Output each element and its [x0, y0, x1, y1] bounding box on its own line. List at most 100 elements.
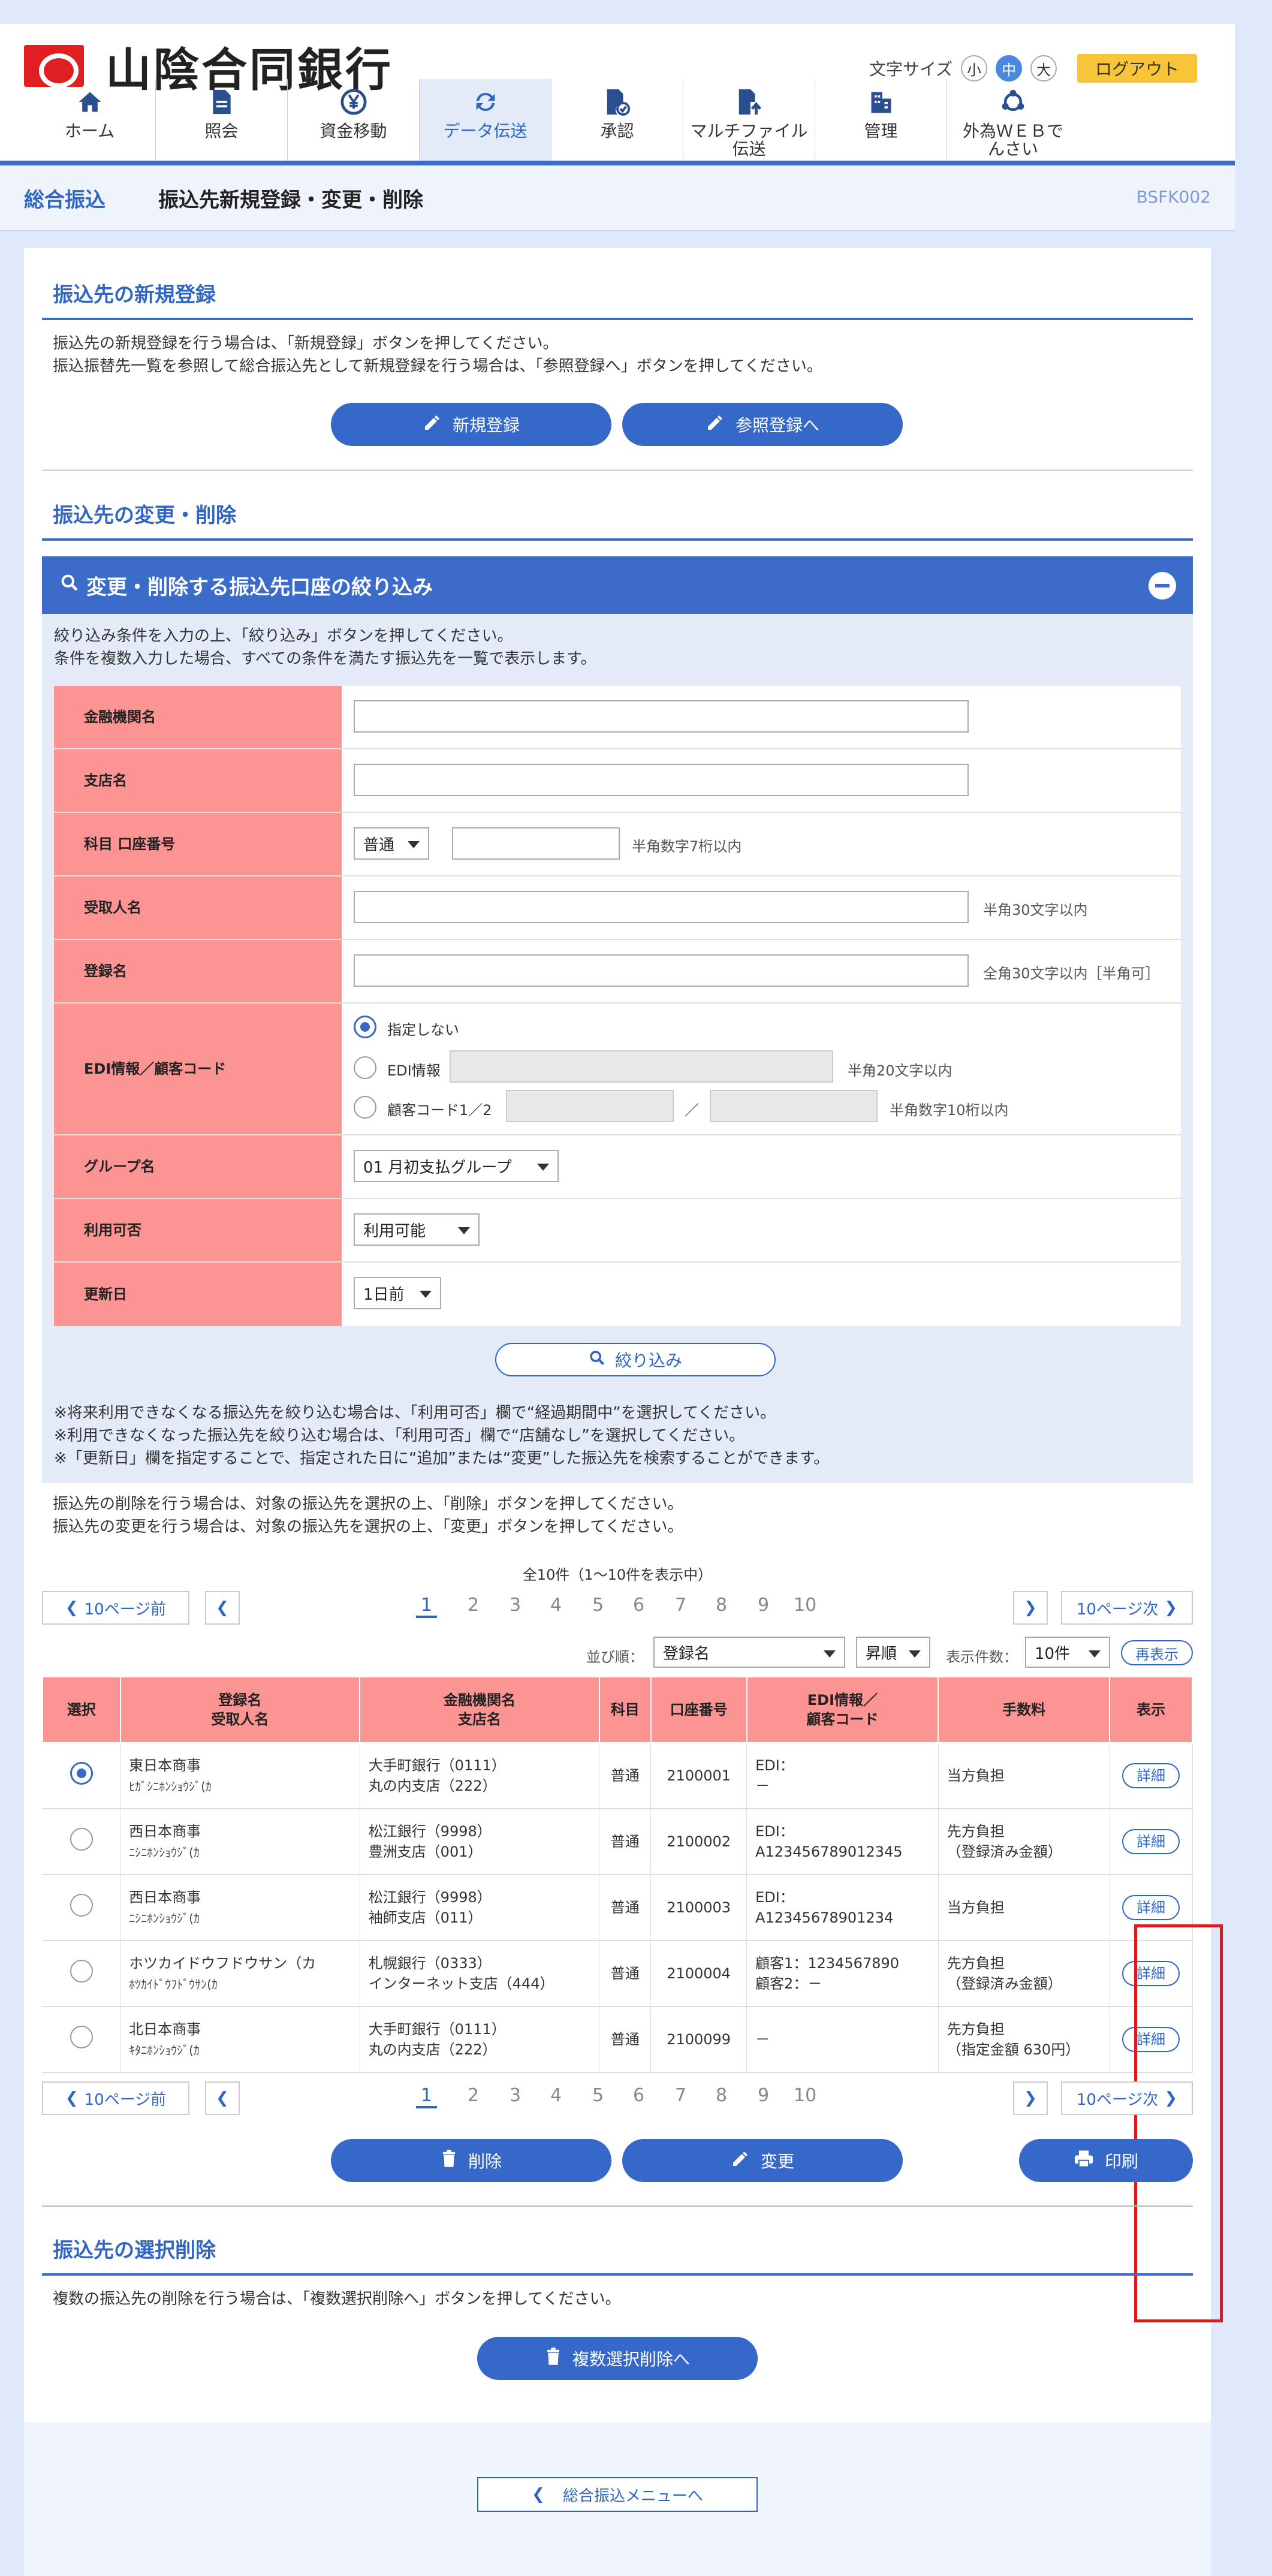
row-edi-cell: 顧客1：1234567890 顧客2：－	[746, 1941, 939, 2007]
radio-edi[interactable]	[354, 1056, 376, 1079]
prev10-button[interactable]: ❮ 10ページ前	[42, 1591, 189, 1625]
font-size-medium-button[interactable]: 中	[996, 55, 1023, 82]
reference-register-button[interactable]: 参照登録へ	[622, 403, 903, 446]
page-9[interactable]: 9	[758, 2085, 769, 2106]
row-type: 普通	[599, 1743, 652, 1809]
filter-note2: ※利用できなくなった振込先を絞り込む場合は、「利用可否」欄で“店舗なし”を選択し…	[54, 1427, 745, 1445]
prev-page-button[interactable]: ❮	[205, 2081, 240, 2115]
page-7[interactable]: 7	[675, 2085, 686, 2106]
logout-button[interactable]: ログアウト	[1077, 54, 1198, 83]
back-to-menu-button[interactable]: ❮ 総合振込メニューへ	[477, 2477, 758, 2512]
next-page-button[interactable]: ❯	[1013, 1591, 1048, 1625]
next-page-button[interactable]: ❯	[1013, 2081, 1048, 2115]
page-4[interactable]: 4	[550, 2085, 562, 2106]
page-3[interactable]: 3	[510, 1595, 521, 1616]
page-5[interactable]: 5	[592, 1595, 604, 1616]
registration-name-input[interactable]	[354, 954, 969, 987]
chevron-left-icon: ❮	[65, 2089, 79, 2107]
collapse-icon[interactable]	[1149, 572, 1176, 599]
usable-select[interactable]: 利用可能	[354, 1213, 480, 1246]
detail-button[interactable]: 詳細	[1122, 1829, 1180, 1854]
section-title-multi: 振込先の選択削除	[53, 2238, 216, 2262]
row-show-cell: 詳細	[1110, 1809, 1193, 1875]
page-6[interactable]: 6	[633, 2085, 644, 2106]
row-bank: 大手町銀行（0111）	[368, 2021, 506, 2038]
edi-info-input[interactable]	[450, 1050, 833, 1083]
page-2[interactable]: 2	[468, 2085, 479, 2106]
row-fee-cell: 先方負担 （指定金額 630円）	[938, 2006, 1110, 2073]
next10-button[interactable]: 10ページ次 ❯	[1061, 1591, 1193, 1625]
row-name: 西日本商事	[129, 1888, 201, 1906]
page-1[interactable]: 1	[416, 2085, 438, 2108]
font-size-large-button[interactable]: 大	[1030, 55, 1057, 82]
row-bank-cell: 松江銀行（9998） 袖師支店（011）	[360, 1875, 600, 1941]
page-7[interactable]: 7	[675, 1595, 686, 1616]
edi-hint: 半角20文字以内	[848, 1062, 953, 1079]
new-register-button[interactable]: 新規登録	[331, 403, 611, 446]
col-bank-line2: 支店名	[457, 1711, 501, 1728]
divider	[42, 2205, 1193, 2207]
payee-name-input[interactable]	[354, 891, 969, 923]
nav-data-transmission[interactable]: データ伝送	[420, 79, 551, 162]
nav-approval[interactable]: 承認	[551, 79, 683, 162]
page-1[interactable]: 1	[416, 1595, 438, 1618]
sort-order-select[interactable]: 昇順	[856, 1637, 930, 1668]
sort-field-select[interactable]: 登録名	[653, 1637, 845, 1668]
page-10[interactable]: 10	[794, 2085, 816, 2106]
radio-customer-label: 顧客コード1／2	[387, 1102, 492, 1119]
delete-button[interactable]: 削除	[331, 2139, 611, 2182]
page-10[interactable]: 10	[794, 1595, 816, 1616]
radio-none[interactable]	[354, 1016, 376, 1038]
bank-name-input[interactable]	[354, 700, 969, 733]
customer-code2-input[interactable]	[710, 1090, 878, 1122]
detail-button[interactable]: 詳細	[1122, 1895, 1180, 1920]
customer-code-separator: ／	[685, 1102, 699, 1119]
col-name: 登録名 受取人名	[119, 1676, 361, 1743]
filter-form: 金融機関名 支店名 科目 口座番号 普通 半角数字7桁以内 受取人名 半角30文…	[54, 686, 1181, 1326]
row-radio[interactable]	[70, 1827, 93, 1851]
refresh-button[interactable]: 再表示	[1121, 1640, 1193, 1665]
detail-button[interactable]: 詳細	[1122, 1763, 1180, 1788]
page-6[interactable]: 6	[633, 1595, 644, 1616]
branch-name-input[interactable]	[354, 764, 969, 796]
page-2[interactable]: 2	[468, 1595, 479, 1616]
row-edi1: －	[755, 2031, 770, 2048]
row-radio[interactable]	[70, 1761, 93, 1785]
prev10-button[interactable]: ❮ 10ページ前	[42, 2081, 189, 2115]
next10-label: 10ページ次	[1076, 2090, 1159, 2109]
page-3[interactable]: 3	[510, 2085, 521, 2106]
new-register-label: 新規登録	[452, 415, 520, 435]
nav-forex-densai[interactable]: 外為ＷＥＢでんさい	[947, 79, 1079, 162]
nav-management[interactable]: 管理	[815, 79, 947, 162]
filter-row-account: 科目 口座番号 普通 半角数字7桁以内	[54, 813, 1181, 876]
filter-panel-header[interactable]: 変更・削除する振込先口座の絞り込み	[42, 556, 1193, 614]
page-9[interactable]: 9	[758, 1595, 769, 1616]
row-fee2: （登録済み金額）	[947, 1975, 1062, 1992]
prev-page-button[interactable]: ❮	[205, 1591, 240, 1625]
nav-inquiry[interactable]: 照会	[156, 79, 288, 162]
page-4[interactable]: 4	[550, 1595, 562, 1616]
row-radio[interactable]	[70, 1893, 93, 1917]
account-number-input[interactable]	[452, 827, 620, 860]
page-size-select[interactable]: 10件	[1025, 1637, 1110, 1668]
print-button[interactable]: 印刷	[1019, 2139, 1193, 2182]
filter-button[interactable]: 絞り込み	[495, 1343, 776, 1376]
account-type-select[interactable]: 普通	[354, 827, 429, 860]
change-button[interactable]: 変更	[622, 2139, 903, 2182]
updated-select[interactable]: 1日前	[354, 1277, 441, 1309]
next10-button[interactable]: 10ページ次 ❯	[1061, 2081, 1193, 2115]
customer-code1-input[interactable]	[506, 1090, 674, 1122]
multi-delete-button[interactable]: 複数選択削除へ	[477, 2337, 758, 2380]
row-radio[interactable]	[70, 1959, 93, 1983]
group-select[interactable]: 01 月初支払グループ	[354, 1150, 559, 1182]
font-size-small-button[interactable]: 小	[961, 55, 988, 82]
nav-multifile[interactable]: マルチファイル伝送	[683, 79, 815, 162]
row-radio[interactable]	[70, 2025, 93, 2048]
page-5[interactable]: 5	[592, 2085, 604, 2106]
nav-fund-transfer[interactable]: 資金移動	[288, 79, 420, 162]
row-bank-cell: 大手町銀行（0111） 丸の内支店（222）	[360, 2006, 600, 2073]
radio-customer-code[interactable]	[354, 1096, 376, 1119]
page-8[interactable]: 8	[716, 2085, 727, 2106]
nav-home[interactable]: ホーム	[24, 79, 156, 162]
page-8[interactable]: 8	[716, 1595, 727, 1616]
